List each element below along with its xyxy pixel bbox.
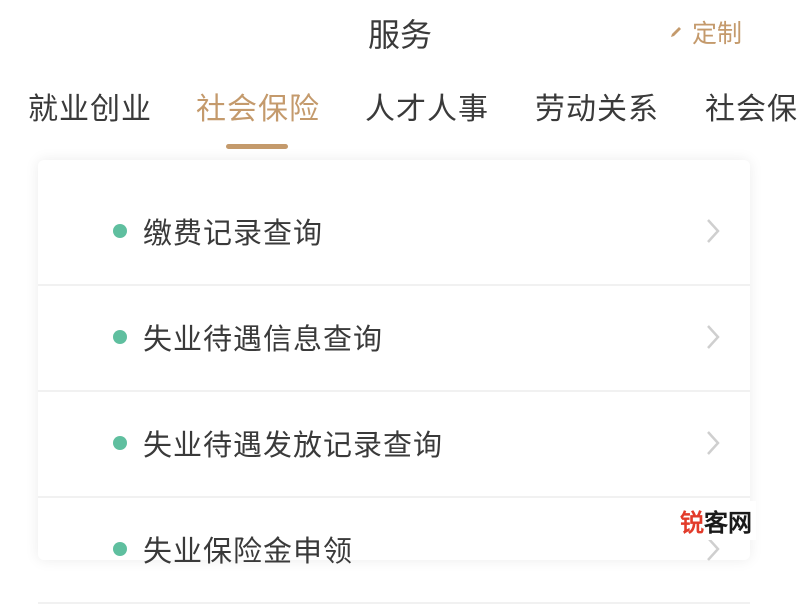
pen-icon (668, 24, 684, 40)
bullet-dot (113, 224, 127, 238)
tab-labor-relations[interactable]: 劳动关系 (535, 84, 659, 128)
list-item[interactable]: 缴费记录查询 (38, 178, 750, 286)
tab-talent-personnel[interactable]: 人才人事 (365, 84, 489, 128)
bullet-dot (113, 330, 127, 344)
watermark-first: 锐 (680, 509, 704, 537)
bullet-dot (113, 436, 127, 450)
list-item[interactable]: 失业待遇信息查询 (38, 284, 750, 392)
chevron-right-icon (706, 536, 720, 566)
customize-label: 定制 (691, 19, 742, 48)
list-item[interactable]: 失业待遇发放记录查询 (38, 390, 750, 498)
tab-social-truncated[interactable]: 社会保 (705, 84, 798, 128)
chevron-right-icon (706, 430, 720, 460)
active-tab-indicator (226, 144, 288, 149)
chevron-right-icon (706, 324, 720, 354)
page-header: 服务 定制 (0, 0, 800, 70)
chevron-right-icon (706, 218, 720, 248)
bullet-dot (113, 542, 127, 556)
list-item[interactable]: 失业保险金申领 (38, 496, 750, 604)
site-watermark: 锐客网 (676, 501, 756, 540)
watermark-rest: 客网 (704, 509, 752, 537)
tab-employment[interactable]: 就业创业 (28, 84, 152, 128)
service-list: 缴费记录查询 失业待遇信息查询 失业待遇发放记录查询 失业保险金申领 (38, 160, 750, 604)
customize-button[interactable]: 定制 (668, 14, 742, 50)
list-item-label: 失业待遇发放记录查询 (143, 428, 444, 462)
list-item-label: 失业待遇信息查询 (143, 322, 384, 356)
list-item-label: 缴费记录查询 (143, 216, 324, 250)
category-tabs: 就业创业 社会保险 人才人事 劳动关系 社会保 (0, 70, 800, 155)
tab-social-insurance[interactable]: 社会保险 (196, 84, 320, 128)
list-item-label: 失业保险金申领 (143, 534, 354, 568)
